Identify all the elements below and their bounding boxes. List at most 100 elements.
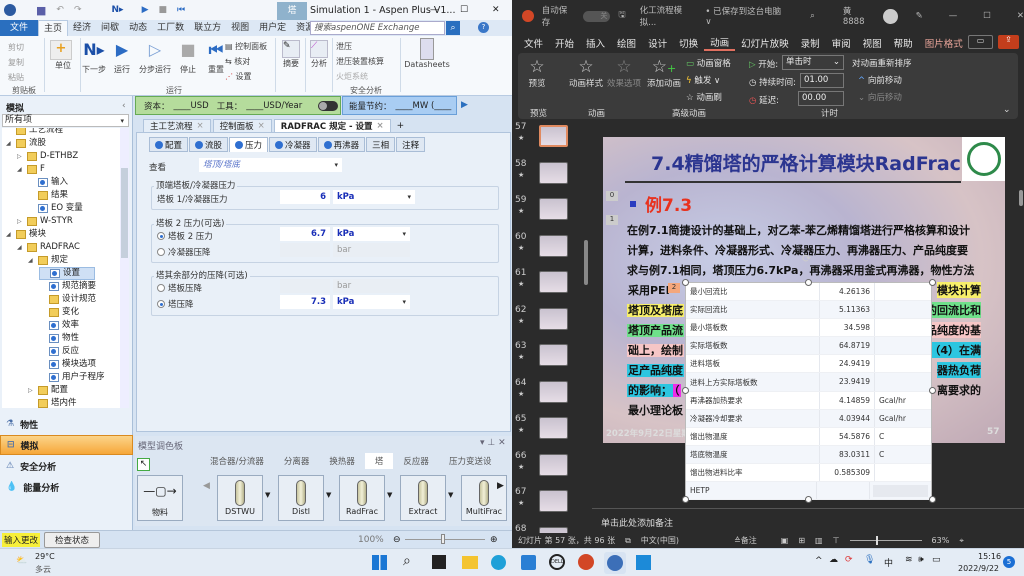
column-drop-unit-dropdown[interactable]: kPa ▾ bbox=[333, 295, 410, 309]
flare-system-button[interactable]: 火炬系统 bbox=[336, 69, 384, 84]
collapse-icon[interactable]: ‹ bbox=[122, 101, 126, 111]
tree-item[interactable]: 变化 bbox=[39, 306, 79, 319]
chevron-down-icon[interactable]: ▼ bbox=[448, 491, 453, 499]
relief-device-rating-button[interactable]: 泄压装置核算 bbox=[336, 54, 384, 69]
results-table-image[interactable]: 最小回流比 4.26136 实际回流比 5.11363 最小塔板数 34.598 实际塔板数… bbox=[685, 282, 932, 501]
tree-item[interactable]: ▷ W-STYR bbox=[17, 215, 73, 228]
search-input[interactable]: 搜索aspenONE Exchange bbox=[310, 21, 445, 35]
collapse-icon[interactable]: ◢ bbox=[6, 228, 13, 241]
animation-styles-button[interactable]: ☆ 动画样式 bbox=[566, 57, 606, 89]
collapse-icon[interactable]: ◢ bbox=[17, 241, 24, 254]
save-icon[interactable]: ■ bbox=[36, 4, 46, 17]
palette-tab[interactable]: 压力变送设 bbox=[439, 453, 502, 469]
palette-model-distl[interactable]: Distl bbox=[278, 475, 324, 521]
zoom-slider[interactable] bbox=[849, 536, 922, 545]
menu-tab[interactable]: 经济 bbox=[68, 20, 96, 36]
filter-dropdown[interactable]: 所有项 ▾ bbox=[2, 114, 129, 127]
summary-button[interactable]: ✎ 摘要 bbox=[280, 40, 302, 69]
trigger-button[interactable]: ϟ 触发 ∨ bbox=[686, 74, 720, 86]
fit-slide-icon[interactable]: ⌖ bbox=[959, 536, 964, 546]
search-icon[interactable]: ⌕ bbox=[810, 11, 815, 21]
resize-handle[interactable] bbox=[929, 496, 936, 503]
ppt-menu-tab[interactable]: 动画 bbox=[704, 35, 736, 51]
collapse-icon[interactable]: ◢ bbox=[17, 163, 24, 176]
check-button[interactable]: ⇆ 核对 bbox=[225, 54, 267, 69]
animation-tag[interactable]: 2 bbox=[668, 283, 680, 293]
stage2-pressure-radio[interactable]: 塔板 2 压力 bbox=[157, 230, 213, 242]
animation-painter-button[interactable]: ☆ 动画刷 bbox=[686, 91, 722, 103]
avatar[interactable] bbox=[882, 8, 898, 24]
menu-tab[interactable]: 工厂数 bbox=[152, 20, 189, 36]
slideshow-icon[interactable]: ⊤ bbox=[833, 536, 840, 545]
save-icon[interactable]: 🖫 bbox=[618, 9, 625, 23]
tree-item[interactable]: 输入 bbox=[28, 176, 68, 189]
ime-indicator[interactable]: 中 bbox=[884, 556, 893, 569]
paste-button[interactable]: 粘贴 bbox=[8, 70, 24, 85]
menu-tab[interactable]: 视图 bbox=[226, 20, 254, 36]
microphone-icon[interactable]: 🎙 bbox=[864, 555, 875, 565]
ppt-menu-tab[interactable]: 审阅 bbox=[826, 36, 857, 50]
collapse-icon[interactable]: ◢ bbox=[6, 137, 13, 150]
slide-thumbnail[interactable] bbox=[539, 234, 568, 257]
document-tab[interactable]: 控制面板 × bbox=[212, 119, 272, 132]
context-tab[interactable]: 塔 bbox=[277, 2, 307, 20]
collapse-ribbon-icon[interactable]: ⌄ bbox=[1003, 105, 1011, 115]
tree-item[interactable]: ▷ 配置 bbox=[28, 384, 68, 397]
palette-model-dstwu[interactable]: DSTWU bbox=[217, 475, 263, 521]
run-icon[interactable]: ▶ bbox=[142, 5, 149, 15]
slide-sorter-icon[interactable]: ⊞ bbox=[798, 536, 805, 545]
menu-tab[interactable]: 联立方 bbox=[189, 20, 226, 36]
tree-scrollbar[interactable] bbox=[120, 128, 129, 408]
ppt-menu-tab[interactable]: 切换 bbox=[673, 36, 704, 50]
nav-flowsheet[interactable]: ⊟ 模拟 bbox=[0, 435, 133, 455]
slide-thumbnail[interactable] bbox=[539, 490, 568, 512]
file-explorer-icon[interactable] bbox=[462, 556, 478, 569]
ppt-menu-tab[interactable]: 幻灯片放映 bbox=[735, 36, 795, 50]
language-status[interactable]: 中文(中国) bbox=[641, 535, 679, 546]
control-panel-button[interactable]: ▤ 控制面板 bbox=[225, 39, 267, 54]
palette-tab[interactable]: 塔 bbox=[364, 453, 394, 469]
stage1-unit-dropdown[interactable]: kPa ▾ bbox=[333, 190, 415, 204]
delay-input[interactable]: 00.00 bbox=[798, 91, 844, 106]
nav-safety[interactable]: ⚠ 安全分析 bbox=[0, 456, 133, 476]
chevron-down-icon[interactable]: ▼ bbox=[265, 491, 270, 499]
menu-tab[interactable]: 间歇 bbox=[96, 20, 124, 36]
start-dropdown[interactable]: 单击时 ⌄ bbox=[782, 55, 844, 70]
notes-button[interactable]: ≙备注 bbox=[734, 535, 757, 546]
resize-handle[interactable] bbox=[682, 279, 689, 286]
cut-button[interactable]: 剪切 bbox=[8, 40, 24, 55]
video-app-icon[interactable] bbox=[636, 555, 651, 570]
close-tab-icon[interactable]: × bbox=[377, 121, 384, 131]
condenser-drop-input[interactable] bbox=[280, 243, 330, 257]
resize-handle[interactable] bbox=[682, 496, 689, 503]
ppt-menu-tab[interactable]: 录制 bbox=[795, 36, 826, 50]
slide-thumbnail[interactable] bbox=[539, 271, 568, 293]
expand-right-icon[interactable]: ▶ bbox=[461, 100, 468, 110]
zoom-level[interactable]: 63% bbox=[932, 536, 950, 545]
maximize-button[interactable]: ☐ bbox=[460, 5, 468, 15]
accessibility-icon[interactable]: ⧉ bbox=[625, 536, 631, 546]
chevron-down-icon[interactable]: ▼ bbox=[387, 491, 392, 499]
tree-item[interactable]: EO 变量 bbox=[28, 202, 83, 215]
tree-item[interactable]: ◢ 规定 bbox=[28, 254, 68, 267]
material-stream-button[interactable]: —▢→ 物料 bbox=[137, 475, 183, 521]
effect-options-button[interactable]: ☆ 效果选项 bbox=[606, 57, 642, 89]
close-button[interactable]: ✕ bbox=[1017, 11, 1024, 21]
redo-icon[interactable]: ↷ bbox=[74, 5, 82, 15]
aspen-taskbar-icon[interactable] bbox=[604, 552, 626, 574]
stage-drop-unit-dropdown[interactable]: bar bbox=[333, 279, 410, 293]
ppt-menu-tab[interactable]: 开始 bbox=[549, 36, 580, 50]
move-earlier-button[interactable]: ^ 向前移动 bbox=[858, 74, 902, 86]
document-tab[interactable]: RADFRAC 规定 - 设置 × bbox=[273, 119, 391, 132]
run-toolbar-button[interactable]: ▷ 分步运行 bbox=[138, 40, 172, 75]
close-button[interactable]: ✕ bbox=[492, 5, 500, 15]
document-tab[interactable]: 主工艺流程 × bbox=[143, 119, 211, 132]
tree-item[interactable]: ▷ D-ETHBZ bbox=[17, 150, 78, 163]
ppt-menu-tab[interactable]: 帮助 bbox=[888, 36, 919, 50]
ppt-menu-tab[interactable]: 插入 bbox=[580, 36, 611, 50]
reset-icon[interactable]: ⏮ bbox=[177, 5, 185, 15]
menu-tab[interactable]: 用户定 bbox=[254, 20, 291, 36]
temperature[interactable]: 29°C bbox=[35, 552, 55, 561]
datasheets-button[interactable]: Datasheets bbox=[404, 38, 450, 69]
expand-icon[interactable]: ▷ bbox=[17, 150, 24, 163]
